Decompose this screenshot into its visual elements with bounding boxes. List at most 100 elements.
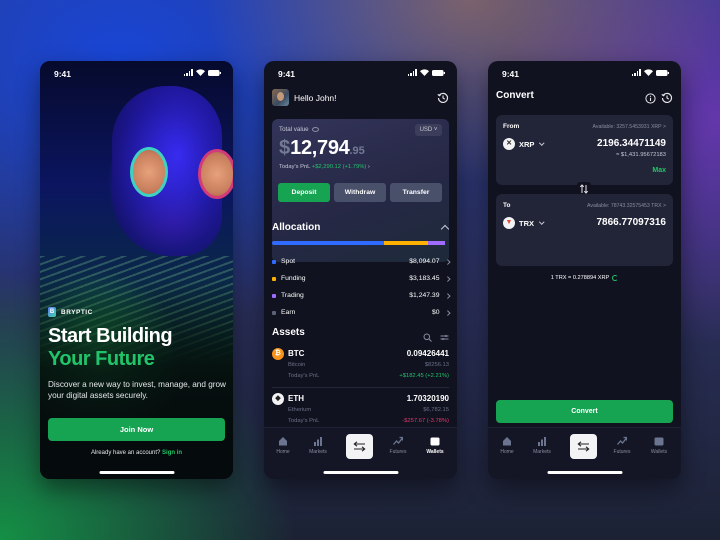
asset-name: Etherium: [288, 407, 312, 413]
currency-select[interactable]: USD ˅: [415, 124, 442, 136]
balance-decimal: .95: [349, 145, 365, 157]
from-usd-value: ≈ $1,431.95672183: [616, 152, 666, 158]
signal-icon: [407, 69, 417, 76]
from-panel: From Available: 3257.5453931 XRP > ✕ XRP…: [496, 115, 673, 185]
onboarding-screen: 9:41 B BRYPTIC Start Building Your Futur…: [40, 61, 233, 479]
asset-symbol: BTC: [288, 349, 305, 358]
status-time: 9:41: [502, 69, 520, 79]
status-bar: 9:41: [264, 61, 457, 85]
join-now-button[interactable]: Join Now: [48, 418, 225, 441]
tab-home[interactable]: Home: [492, 436, 522, 455]
asset-usd-value: $8256.13: [424, 362, 449, 368]
to-available[interactable]: Available: 78743.32575453 TRX >: [587, 203, 666, 209]
refresh-icon[interactable]: [612, 275, 619, 281]
tab-label: Home: [500, 449, 514, 455]
filter-icon[interactable]: [440, 329, 449, 347]
allocation-label: Trading: [281, 292, 304, 299]
asset-amount: 0.09426441: [406, 349, 449, 358]
tab-wallets[interactable]: Wallets: [644, 436, 674, 455]
from-available[interactable]: Available: 3257.5453931 XRP >: [592, 124, 666, 130]
search-icon[interactable]: [423, 329, 432, 347]
deposit-button[interactable]: Deposit: [278, 183, 330, 202]
home-indicator[interactable]: [323, 471, 398, 474]
tab-markets[interactable]: Markets: [527, 436, 557, 455]
allocation-dot: [272, 276, 276, 281]
withdraw-button[interactable]: Withdraw: [334, 183, 386, 202]
allocation-item-earn[interactable]: Earn $0: [272, 304, 450, 321]
allocation-item-funding[interactable]: Funding $3,183.45: [272, 270, 450, 287]
greeting-text: Hello John!: [294, 92, 337, 103]
battery-icon: [432, 69, 445, 76]
status-time: 9:41: [54, 69, 72, 79]
allocation-dot: [272, 259, 276, 264]
transfer-button[interactable]: Transfer: [390, 183, 442, 202]
max-button[interactable]: Max: [652, 167, 666, 174]
tab-home[interactable]: Home: [268, 436, 298, 455]
allocation-value: $0: [431, 309, 440, 316]
page-title: Convert: [496, 90, 534, 101]
from-token-select[interactable]: ✕ XRP: [503, 138, 545, 150]
balance-symbol: $: [279, 137, 291, 159]
total-value-label: Total value: [279, 126, 319, 133]
tab-label: Markets: [309, 449, 327, 455]
markets-icon: [538, 437, 546, 446]
history-icon[interactable]: [437, 91, 449, 104]
futures-icon: [617, 436, 627, 445]
xrp-icon: ✕: [503, 138, 515, 150]
allocation-label: Funding: [281, 275, 306, 282]
history-icon[interactable]: [661, 91, 673, 109]
asset-amount: 1.70320190: [406, 394, 449, 403]
asset-row-btc[interactable]: ₿ BTC 0.09426441 Bitcoin $8256.13 Today'…: [272, 348, 449, 382]
from-token-symbol: XRP: [519, 139, 535, 149]
tab-futures[interactable]: Futures: [383, 436, 413, 455]
allocation-value: $8,094.07: [409, 258, 440, 265]
wifi-icon: [644, 69, 653, 76]
asset-pnl-label: Today's PnL: [288, 373, 320, 379]
brand-logo-icon: B: [48, 307, 56, 317]
currency-value: USD: [419, 127, 433, 133]
wifi-icon: [420, 69, 429, 76]
tab-markets[interactable]: Markets: [303, 436, 333, 455]
to-token-select[interactable]: ▼ TRX: [503, 217, 545, 229]
chevron-right-icon: [444, 310, 450, 315]
allocation-list: Spot $8,094.07 Funding $3,183.45 Trading $1,2…: [272, 253, 450, 321]
signin-link[interactable]: Sign in: [162, 450, 182, 456]
convert-tab-button[interactable]: [570, 434, 597, 459]
tab-wallets[interactable]: Wallets: [420, 436, 450, 455]
home-indicator[interactable]: [99, 471, 174, 474]
total-balance: $ 12,794 .95: [279, 137, 365, 160]
home-indicator[interactable]: [547, 471, 622, 474]
signin-prompt-text: Already have an account?: [90, 450, 161, 456]
allocation-bar: [272, 241, 449, 245]
asset-symbol: ETH: [288, 394, 304, 403]
info-icon[interactable]: [645, 91, 656, 109]
tab-futures[interactable]: Futures: [607, 436, 637, 455]
convert-button[interactable]: Convert: [496, 400, 673, 423]
allocation-value: $3,183.45: [409, 275, 440, 282]
battery-icon: [208, 69, 221, 76]
from-amount-input[interactable]: 2196.34471149: [597, 138, 666, 149]
avatar[interactable]: [272, 89, 289, 106]
total-value-text: Total value: [279, 126, 309, 133]
to-token-symbol: TRX: [519, 218, 534, 228]
exchange-rate: 1 TRX = 0.278894 XRP: [488, 275, 681, 281]
allocation-item-trading[interactable]: Trading $1,247.39: [272, 287, 450, 304]
chevron-down-icon: [539, 219, 545, 225]
eye-icon[interactable]: [311, 127, 319, 132]
headline-line2: Your Future: [48, 348, 155, 370]
convert-tab-button[interactable]: [346, 434, 373, 459]
home-icon: [279, 437, 287, 446]
markets-icon: [314, 437, 322, 446]
allocation-value: $1,247.39: [409, 292, 440, 299]
todays-pnl[interactable]: Today's PnL +$2,290.12 (+1.79%) ›: [279, 164, 370, 170]
tab-label: Futures: [389, 449, 407, 455]
status-bar: 9:41: [40, 61, 233, 85]
asset-row-eth[interactable]: ◆ ETH 1.70320190 Etherium $6,782.15 Toda…: [272, 393, 449, 427]
divider: [272, 387, 449, 388]
exchange-rate-text: 1 TRX = 0.278894 XRP: [550, 275, 610, 281]
convert-screen: 9:41 Convert From Available: 3257.545393…: [488, 61, 681, 479]
allocation-label: Earn: [281, 309, 296, 316]
wallet-icon: [654, 437, 664, 446]
futures-icon: [393, 436, 403, 445]
allocation-item-spot[interactable]: Spot $8,094.07: [272, 253, 450, 270]
